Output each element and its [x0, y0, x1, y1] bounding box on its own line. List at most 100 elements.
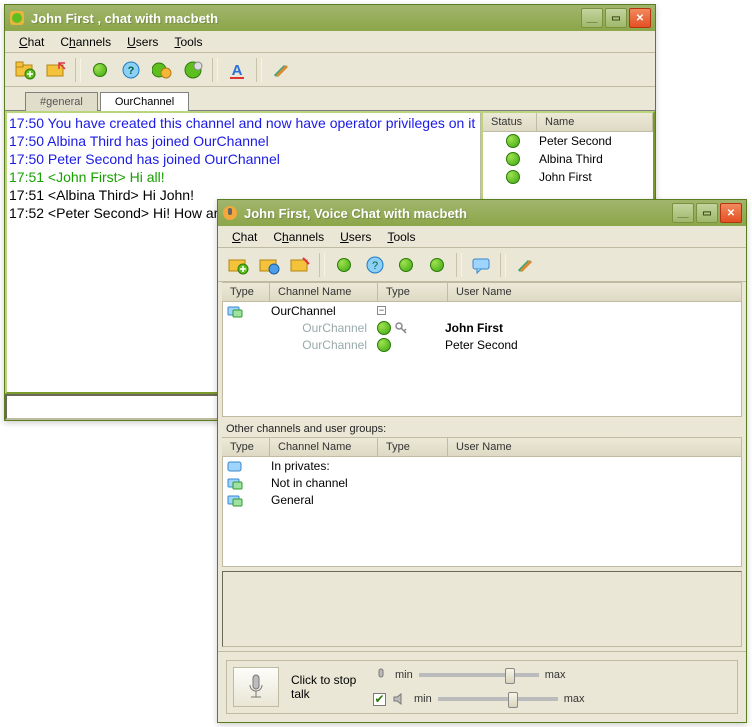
- col-status[interactable]: Status: [483, 113, 537, 131]
- other-channels-label: Other channels and user groups:: [218, 417, 746, 437]
- settings-icon[interactable]: [511, 252, 539, 278]
- menu-users[interactable]: Users: [332, 228, 379, 246]
- slider-thumb[interactable]: [505, 668, 515, 684]
- chat-menubar: Chat Channels Users Tools: [5, 31, 655, 53]
- list-item[interactable]: General: [223, 491, 741, 508]
- status-online-icon: [377, 338, 391, 352]
- col-type2[interactable]: Type: [378, 283, 448, 301]
- minimize-button[interactable]: __: [581, 8, 603, 28]
- font-icon[interactable]: A: [223, 57, 251, 83]
- status-busy-icon[interactable]: [148, 57, 176, 83]
- channel-name: OurChannel: [271, 304, 377, 318]
- status-help-icon[interactable]: ?: [117, 57, 145, 83]
- empty-panel: [222, 571, 742, 647]
- tree-root-row[interactable]: OurChannel −: [223, 302, 741, 319]
- other-table-header: Type Channel Name Type User Name: [222, 437, 742, 457]
- col-channel-name[interactable]: Channel Name: [270, 438, 378, 456]
- menu-chat[interactable]: Chat: [224, 228, 265, 246]
- menu-users[interactable]: Users: [119, 33, 166, 51]
- chat-window-title: John First , chat with macbeth: [31, 11, 581, 26]
- list-item[interactable]: In privates:: [223, 457, 741, 474]
- mic-volume-row: min max: [373, 667, 585, 683]
- menu-channels[interactable]: Channels: [52, 33, 119, 51]
- status-busy-icon[interactable]: [392, 252, 420, 278]
- menu-tools[interactable]: Tools: [166, 33, 210, 51]
- status-away-icon[interactable]: [179, 57, 207, 83]
- folder-out-icon[interactable]: [286, 252, 314, 278]
- key-icon: [394, 321, 408, 335]
- channel-icon: [227, 476, 243, 490]
- channel-name-dim: OurChannel: [271, 338, 377, 352]
- svg-text:?: ?: [372, 260, 378, 272]
- voice-window-title: John First, Voice Chat with macbeth: [244, 206, 672, 221]
- chat-message: 17:51 <John First> Hi all!: [9, 168, 478, 186]
- mic-panel: Click to stop talk min max ✔ min max: [218, 651, 746, 722]
- tab-ourchannel[interactable]: OurChannel: [100, 92, 189, 111]
- window-controls: __ ▭ ✕: [581, 8, 651, 28]
- user-row[interactable]: Albina Third: [483, 150, 653, 168]
- col-user-name[interactable]: User Name: [448, 438, 742, 456]
- speaker-checkbox[interactable]: ✔: [373, 693, 386, 706]
- channel-tree[interactable]: OurChannel − OurChannel John First OurCh…: [222, 302, 742, 417]
- tree-user-row[interactable]: OurChannel John First: [223, 319, 741, 336]
- app-icon: [9, 10, 25, 26]
- talk-button[interactable]: [233, 667, 279, 707]
- slider-thumb[interactable]: [508, 692, 518, 708]
- tab-general[interactable]: #general: [25, 92, 98, 111]
- svg-text:A: A: [232, 62, 243, 79]
- menu-chat[interactable]: Chat: [11, 33, 52, 51]
- talk-label: Click to stop talk: [291, 673, 361, 701]
- col-type[interactable]: Type: [222, 438, 270, 456]
- folder-out-icon[interactable]: [42, 57, 70, 83]
- folder-add-icon[interactable]: [11, 57, 39, 83]
- user-row[interactable]: Peter Second: [483, 132, 653, 150]
- settings-icon[interactable]: [267, 57, 295, 83]
- status-help-icon[interactable]: ?: [361, 252, 389, 278]
- voice-toolbar: ?: [218, 248, 746, 282]
- user-name: John First: [539, 170, 592, 184]
- svg-text:?: ?: [128, 65, 135, 77]
- col-type2[interactable]: Type: [378, 438, 448, 456]
- col-channel-name[interactable]: Channel Name: [270, 283, 378, 301]
- user-row[interactable]: John First: [483, 168, 653, 186]
- voice-menubar: Chat Channels Users Tools: [218, 226, 746, 248]
- status-online-icon: [506, 170, 520, 184]
- min-label: min: [414, 693, 432, 705]
- user-name: John First: [445, 321, 503, 335]
- mic-small-icon: [373, 667, 389, 683]
- toolbar-separator: [212, 58, 218, 82]
- toolbar-separator: [256, 58, 262, 82]
- maximize-button[interactable]: ▭: [696, 203, 718, 223]
- speaker-icon: [392, 691, 408, 707]
- status-online-icon[interactable]: [86, 57, 114, 83]
- channel-name-dim: OurChannel: [271, 321, 377, 335]
- speaker-volume-row: ✔ min max: [373, 691, 585, 707]
- mic-slider[interactable]: [419, 673, 539, 677]
- item-label: General: [271, 493, 314, 507]
- close-button[interactable]: ✕: [629, 8, 651, 28]
- max-label: max: [564, 693, 585, 705]
- folder-add-icon[interactable]: [224, 252, 252, 278]
- menu-channels[interactable]: Channels: [265, 228, 332, 246]
- col-name[interactable]: Name: [537, 113, 653, 131]
- list-item[interactable]: Not in channel: [223, 474, 741, 491]
- status-away-icon[interactable]: [423, 252, 451, 278]
- maximize-button[interactable]: ▭: [605, 8, 627, 28]
- col-type[interactable]: Type: [222, 283, 270, 301]
- minimize-button[interactable]: __: [672, 203, 694, 223]
- col-user-name[interactable]: User Name: [448, 283, 742, 301]
- status-online-icon[interactable]: [330, 252, 358, 278]
- chat-bubble-icon[interactable]: [467, 252, 495, 278]
- folder-user-icon[interactable]: [255, 252, 283, 278]
- item-label: Not in channel: [271, 476, 348, 490]
- menu-tools[interactable]: Tools: [379, 228, 423, 246]
- speaker-slider[interactable]: [438, 697, 558, 701]
- chat-titlebar[interactable]: John First , chat with macbeth __ ▭ ✕: [5, 5, 655, 31]
- tree-user-row[interactable]: OurChannel Peter Second: [223, 336, 741, 353]
- close-button[interactable]: ✕: [720, 203, 742, 223]
- voice-titlebar[interactable]: John First, Voice Chat with macbeth __ ▭…: [218, 200, 746, 226]
- channel-table-header: Type Channel Name Type User Name: [222, 282, 742, 302]
- other-channels-list[interactable]: In privates: Not in channel General: [222, 457, 742, 567]
- collapse-icon[interactable]: −: [377, 306, 386, 315]
- toolbar-separator: [75, 58, 81, 82]
